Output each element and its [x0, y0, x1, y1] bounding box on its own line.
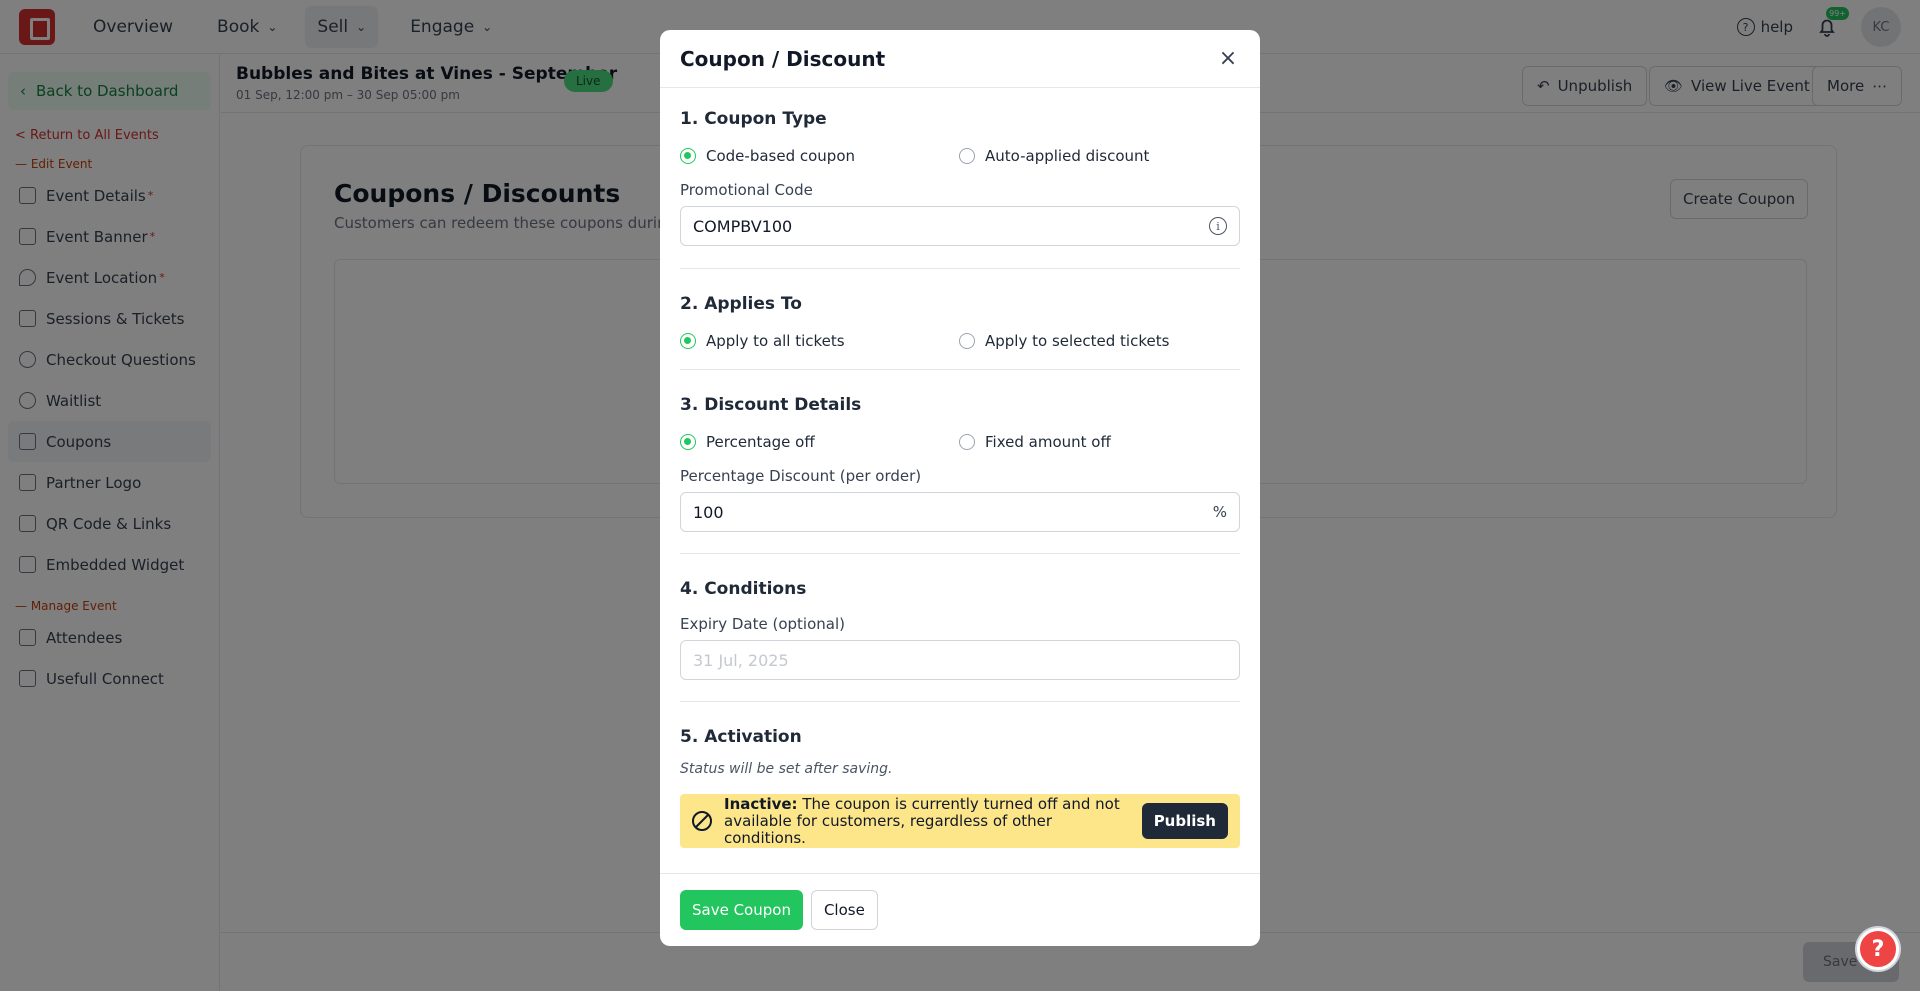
section-title: 5. Activation: [680, 727, 802, 747]
radio-percentage-off[interactable]: Percentage off: [680, 433, 959, 451]
promo-code-input[interactable]: COMPBV100 i: [680, 206, 1240, 246]
radio-unselected-icon: [959, 434, 975, 450]
inactive-label: Inactive:: [724, 794, 798, 813]
inactive-message: Inactive: The coupon is currently turned…: [724, 794, 1130, 847]
close-icon[interactable]: ×: [1216, 46, 1240, 71]
coupon-type-section: 1. Coupon Type Code-based coupon Auto-ap…: [680, 88, 1240, 269]
status-note: Status will be set after saving.: [680, 761, 893, 777]
coupon-modal: Coupon / Discount × 1. Coupon Type Code-…: [660, 30, 1260, 946]
radio-fixed-amount-off[interactable]: Fixed amount off: [959, 433, 1238, 451]
radio-selected-icon: [680, 434, 696, 450]
radio-code-based[interactable]: Code-based coupon: [680, 147, 959, 165]
section-title: 3. Discount Details: [680, 395, 862, 415]
help-fab-button[interactable]: ?: [1857, 928, 1899, 970]
expiry-date-input[interactable]: 31 Jul, 2025: [680, 640, 1240, 680]
info-icon[interactable]: i: [1209, 217, 1227, 235]
close-button[interactable]: Close: [810, 890, 878, 930]
radio-label: Fixed amount off: [985, 433, 1111, 451]
promo-code-label: Promotional Code: [680, 181, 813, 199]
publish-button[interactable]: Publish: [1141, 803, 1228, 839]
discount-type-options: Percentage off Fixed amount off: [680, 431, 1240, 453]
question-icon: ?: [1871, 936, 1885, 962]
coupon-type-options: Code-based coupon Auto-applied discount: [680, 145, 1240, 167]
modal-body: 1. Coupon Type Code-based coupon Auto-ap…: [660, 88, 1260, 848]
applies-to-section: 2. Applies To Apply to all tickets Apply…: [680, 269, 1240, 370]
radio-label: Apply to selected tickets: [985, 332, 1170, 350]
radio-label: Code-based coupon: [706, 147, 855, 165]
section-title: 1. Coupon Type: [680, 109, 827, 129]
section-title: 2. Applies To: [680, 294, 802, 314]
promo-code-value: COMPBV100: [693, 216, 793, 236]
radio-selected-icon: [680, 148, 696, 164]
radio-unselected-icon: [959, 333, 975, 349]
radio-auto-applied[interactable]: Auto-applied discount: [959, 147, 1238, 165]
activation-section: 5. Activation Status will be set after s…: [680, 702, 1240, 848]
radio-selected-icon: [680, 333, 696, 349]
radio-label: Percentage off: [706, 433, 815, 451]
discount-details-section: 3. Discount Details Percentage off Fixed…: [680, 370, 1240, 554]
save-coupon-button[interactable]: Save Coupon: [680, 890, 803, 930]
expiry-date-placeholder: 31 Jul, 2025: [693, 650, 789, 670]
radio-label: Apply to all tickets: [706, 332, 845, 350]
percent-icon: %: [1212, 503, 1227, 521]
radio-unselected-icon: [959, 148, 975, 164]
expiry-date-label: Expiry Date (optional): [680, 615, 845, 633]
percentage-discount-input[interactable]: 100 %: [680, 492, 1240, 532]
inactive-status-banner: Inactive: The coupon is currently turned…: [680, 794, 1240, 848]
conditions-section: 4. Conditions Expiry Date (optional) 31 …: [680, 554, 1240, 702]
modal-title: Coupon / Discount: [680, 46, 886, 71]
modal-footer: Save Coupon Close: [660, 873, 1260, 946]
radio-selected-tickets[interactable]: Apply to selected tickets: [959, 332, 1238, 350]
applies-to-options: Apply to all tickets Apply to selected t…: [680, 330, 1240, 352]
radio-all-tickets[interactable]: Apply to all tickets: [680, 332, 959, 350]
percentage-discount-value: 100: [693, 502, 724, 522]
percentage-discount-label: Percentage Discount (per order): [680, 467, 922, 485]
ban-icon: [692, 811, 712, 831]
modal-header: Coupon / Discount ×: [660, 30, 1260, 88]
radio-label: Auto-applied discount: [985, 147, 1150, 165]
section-title: 4. Conditions: [680, 579, 807, 599]
